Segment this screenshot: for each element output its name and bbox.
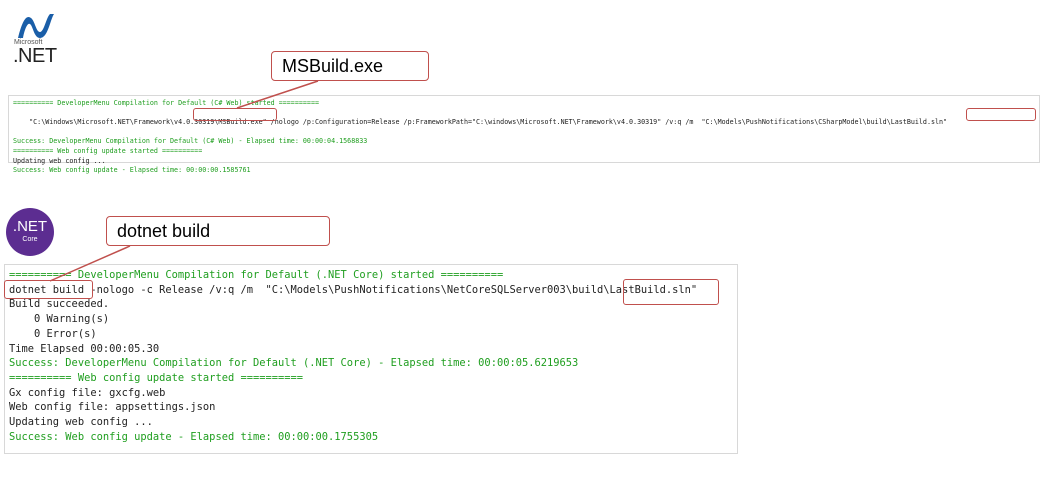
console2-line-4: 0 Warning(s) [9, 313, 110, 326]
console1-line-4: ========== Web config update started ===… [13, 146, 203, 155]
dotnet-build-callout: dotnet build [106, 216, 330, 246]
console2-line-9: Gx config file: gxcfg.web [9, 386, 166, 399]
core-wordmark: Core [22, 236, 38, 243]
console2-line-5: 0 Error(s) [9, 327, 97, 340]
console2-line-12: Success: Web config update - Elapsed tim… [9, 430, 379, 443]
console1-line-2-text: "C:\Windows\Microsoft.NET\Framework\v4.0… [29, 118, 948, 127]
console1-line-3: Success: DeveloperMenu Compilation for D… [13, 137, 368, 146]
console1-line-6: Success: Web config update - Elapsed tim… [13, 166, 251, 175]
lastbuild-sln-highlight-2 [623, 279, 719, 305]
net-core-logo: .NET Core [6, 208, 54, 256]
net-wordmark: .NET [13, 45, 57, 67]
console2-line-8: ========== Web config update started ===… [9, 371, 304, 384]
console2-line-10: Web config file: appsettings.json [9, 401, 216, 414]
dotnet-build-highlight [4, 280, 93, 299]
console2-line-6: Time Elapsed 00:00:05.30 [9, 342, 160, 355]
lastbuild-sln-highlight-1 [966, 108, 1036, 121]
console1-line-2: "C:\Windows\Microsoft.NET\Framework\v4.0… [13, 109, 1035, 138]
console1-line-5: Updating web config ... [13, 156, 106, 165]
console1-line-1: ========== DeveloperMenu Compilation for… [13, 99, 319, 107]
core-net-wordmark: .NET [12, 218, 48, 235]
microsoft-net-logo: Microsoft .NET [8, 12, 68, 68]
msbuild-callout: MSBuild.exe [271, 51, 429, 81]
csharp-build-output-panel: ========== DeveloperMenu Compilation for… [8, 95, 1040, 174]
msbuild-exe-highlight [193, 108, 277, 121]
console2-line-7: Success: DeveloperMenu Compilation for D… [9, 357, 579, 370]
net-wave-icon [18, 14, 54, 38]
dotnet-build-callout-label: dotnet build [117, 221, 211, 241]
console2-line-11: Updating web config ... [9, 416, 153, 429]
msbuild-callout-label: MSBuild.exe [282, 56, 384, 76]
